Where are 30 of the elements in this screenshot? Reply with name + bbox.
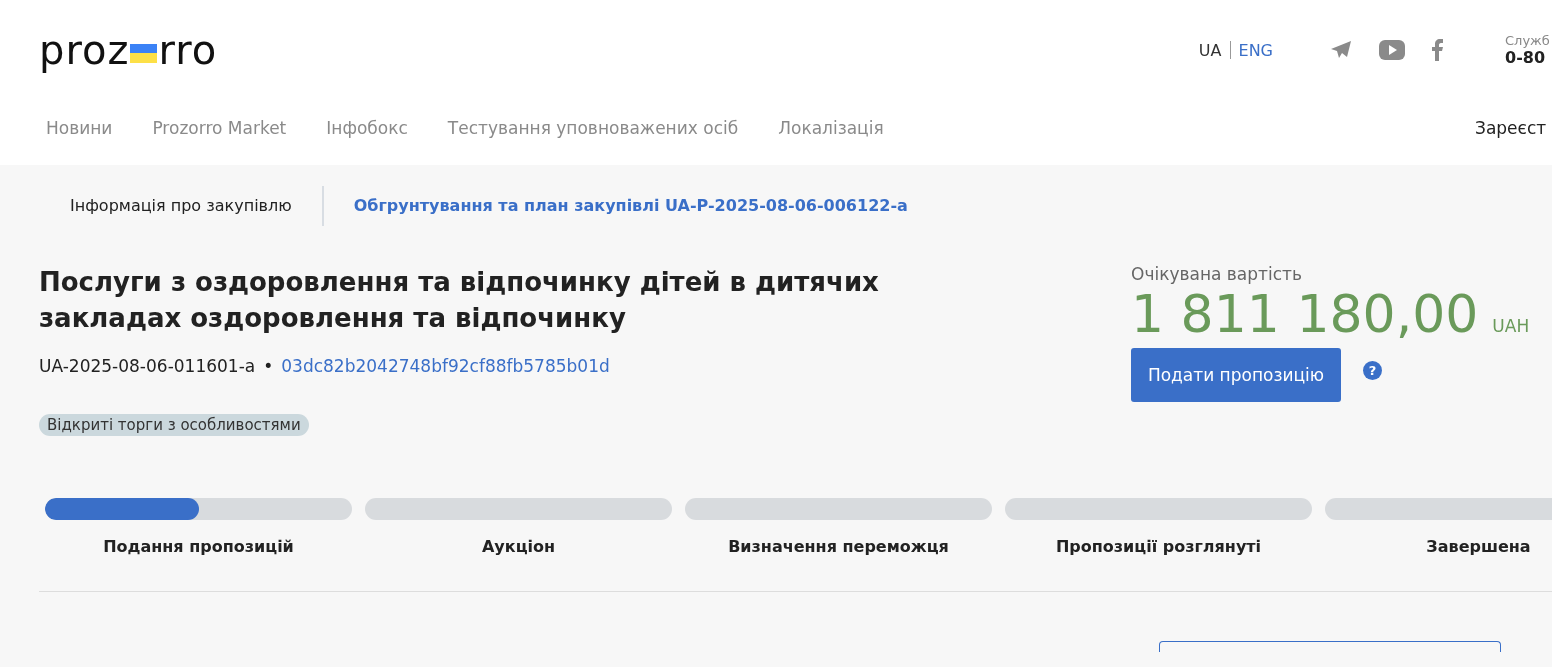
currency-label: UAH — [1492, 316, 1530, 336]
stage-label: Аукціон — [481, 537, 556, 556]
language-link[interactable]: ENG — [1238, 40, 1273, 60]
nav-link[interactable]: Новини — [46, 117, 113, 138]
stage-label: Завершена — [1426, 537, 1531, 556]
tender-title: Послуги з оздоровлення та відпочинку дітей в дитячих закладах оздоровлення та відпочинку — [39, 266, 880, 335]
stage-label: Пропозиції розглянуті — [1055, 537, 1262, 556]
youtube-icon[interactable] — [1379, 40, 1405, 60]
nav-link[interactable]: Локалізація — [778, 117, 884, 138]
procedure-badge: Відкриті торги з особливостями — [39, 414, 309, 436]
support-label: Служб — [1505, 33, 1551, 48]
tab[interactable]: Інформація про закупівлю — [70, 196, 292, 215]
nav-link[interactable]: Тестування уповноважених осіб — [447, 117, 739, 138]
nav-link[interactable]: Інфобокс — [326, 117, 408, 138]
value-amount: 1 811 180,00 — [1131, 284, 1479, 344]
nav-link[interactable]: Prozorro Market — [152, 117, 287, 138]
facebook-icon[interactable] — [1431, 39, 1443, 61]
logo[interactable]: proz rro — [39, 27, 218, 73]
separator-dot-icon: • — [263, 356, 274, 376]
hash-link[interactable]: 03dc82b2042748bf92cf88fb5785b01d — [281, 356, 610, 376]
tab[interactable]: Обгрунтування та план закупівлі UA-P-2025-08-06-006122-a — [353, 196, 908, 215]
stage-label: Визначення переможця — [728, 537, 949, 556]
register-link[interactable]: Зареєст — [1475, 117, 1552, 138]
submit-bid-button[interactable]: Подати пропозицію — [1131, 348, 1341, 402]
language-link[interactable]: UA — [1198, 40, 1222, 60]
support-phone: 0-80 — [1505, 48, 1546, 67]
value-label: Очікувана вартість — [1131, 264, 1303, 284]
help-icon[interactable]: ? — [1363, 361, 1382, 380]
tender-id: UA-2025-08-06-011601-a — [39, 356, 256, 376]
stage-label: Подання пропозицій — [103, 537, 294, 556]
